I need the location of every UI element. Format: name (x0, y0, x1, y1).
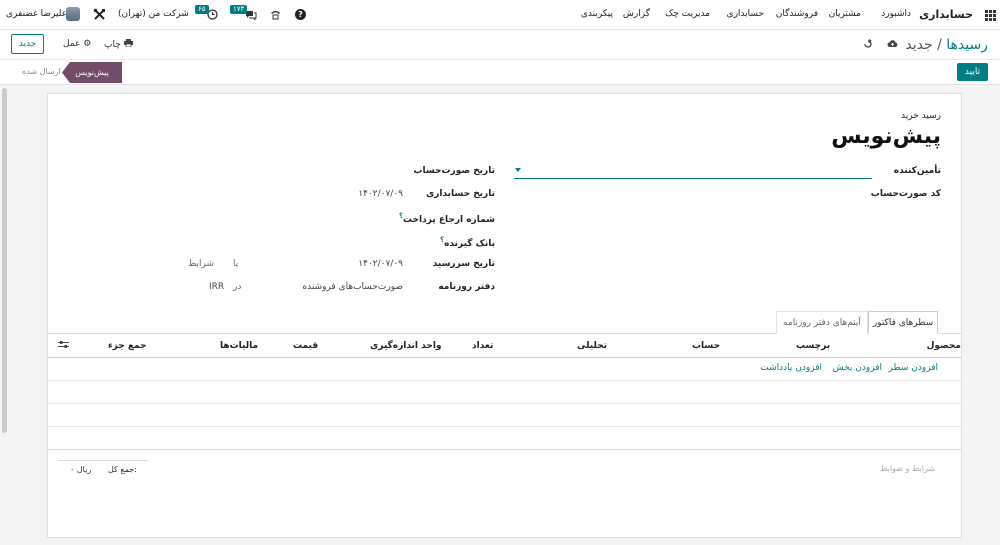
accounting-date-label: تاریخ حسابداری (425, 189, 495, 199)
vendor-label: تأمین‌کننده (893, 166, 941, 176)
payment-reference-text: شماره ارجاع پرداخت (403, 215, 495, 225)
stage-posted[interactable]: ارسال شده (22, 67, 61, 76)
top-navbar: حسابداری داشبورد مشتریان فروشندگان حسابد… (0, 0, 1000, 30)
currency-value[interactable]: IRR (209, 282, 224, 292)
menu-vendors[interactable]: فروشندگان (776, 9, 818, 19)
bill-reference-label: کد صورت‌حساب (870, 189, 941, 199)
control-panel (0, 30, 1000, 60)
total-label: جمع کل: (108, 465, 137, 474)
menu-configuration[interactable]: پیکربندی (581, 9, 613, 19)
bill-date-label: تاریخ صورت‌حساب (413, 166, 495, 176)
messages-badge: ۱۷۳ (230, 5, 248, 14)
new-button[interactable]: جدید (11, 34, 44, 54)
apps-icon[interactable] (985, 10, 996, 21)
or-label: یا (233, 259, 239, 269)
help-icon[interactable]: ? (295, 9, 306, 20)
total-divider (58, 460, 148, 461)
user-name[interactable]: علیرضا غضنفری (6, 9, 67, 19)
column-label[interactable]: برچسب (796, 341, 830, 351)
vendor-dropdown-icon[interactable] (515, 168, 521, 172)
gear-icon: ⚙ (83, 39, 92, 49)
menu-reports[interactable]: گزارش (623, 9, 650, 19)
printer-icon (123, 39, 133, 48)
due-date-label: تاریخ سررسید (432, 259, 495, 269)
action-label: عمل (63, 39, 81, 49)
column-quantity[interactable]: تعداد (472, 341, 493, 351)
phone-icon[interactable] (270, 9, 281, 20)
in-label: در (233, 282, 242, 292)
breadcrumb-current: جدید (905, 37, 933, 53)
terms-conditions-field[interactable]: شرایط و ضوابط (880, 464, 935, 473)
column-subtotal[interactable]: جمع جزء (108, 341, 147, 351)
table-row-divider (48, 403, 961, 404)
column-settings-icon[interactable] (58, 340, 69, 349)
total-value: ریال ۰ (70, 465, 92, 474)
discard-icon[interactable] (863, 39, 873, 49)
tools-icon[interactable] (93, 8, 106, 21)
vendor-input[interactable] (514, 178, 872, 179)
print-menu-button[interactable]: چاپ (104, 39, 133, 50)
menu-cheque-management[interactable]: مدیریت چک (665, 9, 710, 19)
accounting-date-value[interactable]: ۱۴۰۲/۰۷/۰۹ (358, 189, 403, 199)
confirm-button[interactable]: تایید (957, 63, 988, 81)
menu-accounting[interactable]: حسابداری (727, 9, 764, 19)
breadcrumb-parent[interactable]: رسیدها (946, 37, 988, 53)
journal-label: دفتر روزنامه (438, 282, 495, 292)
breadcrumb-separator: / (932, 37, 947, 53)
activity-badge: ۶۵ (195, 5, 209, 14)
tab-invoice-lines[interactable]: سطرهای فاکتور (868, 311, 938, 334)
save-cloud-icon[interactable] (887, 39, 898, 48)
print-label: چاپ (104, 40, 121, 50)
status-bar (0, 60, 1000, 85)
menu-dashboard[interactable]: داشبورد (881, 9, 911, 19)
tab-journal-items[interactable]: آیتم‌های دفتر روزنامه (776, 311, 868, 334)
due-date-value[interactable]: ۱۴۰۲/۰۷/۰۹ (358, 259, 403, 269)
company-switcher[interactable]: شرکت من (تهران) (118, 9, 189, 19)
action-menu-button[interactable]: عمل ⚙ (63, 39, 91, 49)
add-line-link[interactable]: افزودن سطر (889, 363, 938, 373)
payment-reference-label: شماره ارجاع پرداخت؟ (399, 212, 495, 225)
recipient-bank-text: بانک گیرنده (444, 239, 495, 249)
column-analytic[interactable]: تحلیلی (577, 341, 607, 351)
column-account[interactable]: حساب (692, 341, 720, 351)
payment-terms-placeholder[interactable]: شرایط (188, 259, 214, 269)
document-title: پیش‌نویس (831, 124, 941, 149)
column-taxes[interactable]: مالیات‌ها (220, 341, 258, 351)
clock-icon[interactable] (207, 9, 218, 20)
document-type: رسید خرید (901, 111, 941, 121)
menu-customers[interactable]: مشتریان (829, 9, 861, 19)
breadcrumb: رسیدها / جدید (905, 37, 988, 53)
column-uom[interactable]: واحد اندازه‌گیری (370, 341, 442, 351)
table-row-divider (48, 426, 961, 427)
journal-value[interactable]: صورت‌حساب‌های فروشنده (302, 282, 403, 292)
column-product[interactable]: محصول (927, 341, 961, 351)
scrollbar[interactable] (2, 88, 7, 433)
column-price[interactable]: قیمت (293, 341, 318, 351)
table-row-divider (48, 449, 961, 450)
add-note-link[interactable]: افزودن یادداشت (760, 363, 822, 373)
stage-draft[interactable]: پیش‌نویس (62, 62, 122, 83)
recipient-bank-label: بانک گیرنده؟ (440, 236, 495, 249)
user-avatar[interactable] (66, 7, 80, 21)
add-section-link[interactable]: افزودن بخش (833, 363, 882, 373)
table-row-divider (48, 380, 961, 381)
app-brand[interactable]: حسابداری (919, 8, 973, 21)
